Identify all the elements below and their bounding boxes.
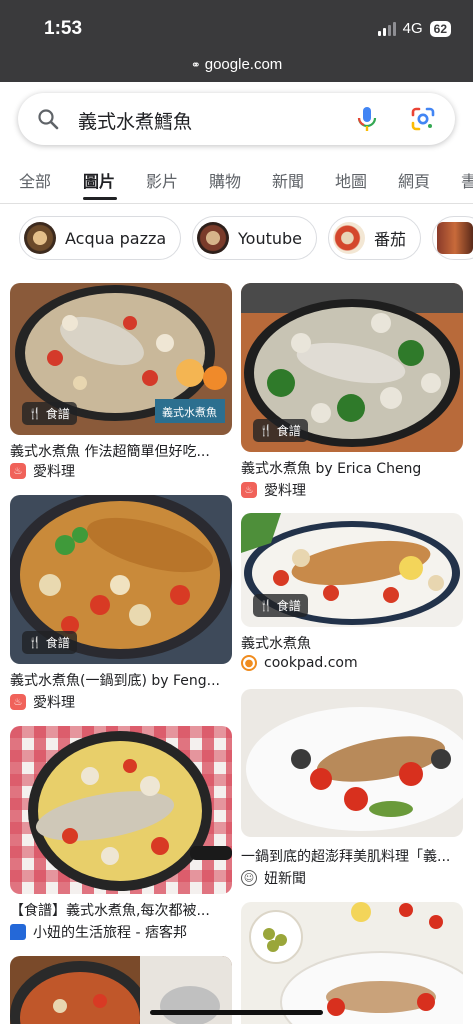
result-title-6[interactable]: 一鍋到底的超澎拜美肌料理「義... — [241, 846, 463, 866]
search-icon[interactable] — [36, 107, 60, 131]
chip-acqua-pazza[interactable]: Acqua pazza — [19, 216, 182, 260]
recipe-badge: 🍴 食譜 — [22, 631, 77, 654]
tab-videos[interactable]: 影片 — [146, 168, 178, 192]
search-input[interactable]: 義式水煮鱈魚 — [78, 107, 192, 134]
fork-knife-icon: 🍴 — [28, 636, 42, 649]
result-title-2[interactable]: 義式水煮魚 by Erica Cheng — [241, 458, 463, 478]
chip-thumbnail — [437, 222, 473, 254]
source-name: 小妞的生活旅程 - 痞客邦 — [33, 925, 187, 941]
tab-images[interactable]: 圖片 — [83, 168, 115, 192]
search-box[interactable]: 義式水煮鱈魚 — [18, 93, 455, 145]
result-photo — [241, 689, 463, 837]
result-source-5[interactable]: 小妞的生活旅程 - 痞客邦 — [10, 922, 187, 942]
tab-books[interactable]: 書 — [461, 168, 473, 192]
source-name: cookpad.com — [264, 655, 358, 671]
tab-news[interactable]: 新聞 — [272, 168, 304, 192]
result-image-1[interactable]: 義式水煮魚 🍴 食譜 — [10, 283, 232, 435]
signal-icon — [377, 21, 396, 36]
result-image-2[interactable]: 🍴 食譜 — [241, 283, 463, 452]
result-source-2[interactable]: ♨ 愛料理 — [241, 480, 306, 500]
battery-icon: 62 — [429, 20, 451, 37]
tab-all[interactable]: 全部 — [19, 168, 51, 192]
chip-more[interactable] — [432, 216, 473, 260]
search-tabs: 全部 圖片 影片 購物 新聞 地圖 網頁 書 — [0, 160, 473, 204]
chip-thumbnail — [333, 222, 365, 254]
recipe-badge: 🍴 食譜 — [253, 419, 308, 442]
chip-tomato[interactable]: 番茄 — [328, 216, 422, 260]
result-title-5[interactable]: 【食譜】義式水煮魚,每次都被... — [10, 900, 232, 920]
cookpad-favicon-icon: ● — [241, 655, 257, 671]
fork-knife-icon: 🍴 — [259, 424, 273, 437]
result-title-4[interactable]: 義式水煮魚 — [241, 633, 463, 653]
network-label: 4G — [402, 20, 423, 37]
result-image-8[interactable] — [241, 902, 463, 1024]
recipe-badge: 🍴 食譜 — [253, 594, 308, 617]
result-photo — [241, 902, 463, 1024]
source-name: 愛料理 — [264, 483, 306, 499]
result-source-6[interactable]: ☺ 妞新聞 — [241, 868, 306, 888]
badge-label: 食譜 — [276, 599, 301, 613]
result-source-3[interactable]: ♨ 愛料理 — [10, 692, 75, 712]
status-icons: 4G 62 — [377, 20, 451, 37]
tab-web[interactable]: 網頁 — [398, 168, 430, 192]
google-lens-icon[interactable] — [410, 106, 436, 132]
home-indicator[interactable] — [150, 1010, 323, 1015]
status-time: 1:53 — [44, 18, 83, 39]
chip-thumbnail — [197, 222, 229, 254]
aili-favicon-icon: ♨ — [241, 482, 257, 498]
chip-label: 番茄 — [374, 230, 407, 249]
result-source-4[interactable]: ● cookpad.com — [241, 655, 358, 671]
tab-shopping[interactable]: 購物 — [209, 168, 241, 192]
active-tab-indicator — [83, 197, 117, 200]
source-name: 愛料理 — [33, 695, 75, 711]
result-photo — [10, 726, 232, 894]
result-source-1[interactable]: ♨ 愛料理 — [10, 461, 75, 481]
tab-maps[interactable]: 地圖 — [335, 168, 367, 192]
microphone-icon[interactable] — [355, 105, 379, 133]
result-title-1[interactable]: 義式水煮魚 作法超簡單但好吃... — [10, 441, 232, 461]
recipe-badge: 🍴 食譜 — [22, 402, 77, 425]
badge-label: 食譜 — [45, 636, 70, 650]
chip-label: Youtube — [238, 228, 302, 248]
source-name: 妞新聞 — [264, 871, 306, 887]
site-settings-icon: ⚭ — [190, 58, 201, 72]
chip-label: Acqua pazza — [65, 228, 167, 248]
result-image-3[interactable]: 🍴 食譜 — [10, 495, 232, 664]
image-overlay-text: 義式水煮魚 — [162, 406, 217, 419]
result-image-4[interactable]: 🍴 食譜 — [241, 513, 463, 627]
aili-favicon-icon: ♨ — [10, 463, 26, 479]
pixnet-favicon-icon — [10, 924, 26, 940]
fork-knife-icon: 🍴 — [28, 407, 42, 420]
result-image-6[interactable] — [241, 689, 463, 837]
source-name: 愛料理 — [33, 464, 75, 480]
aili-favicon-icon: ♨ — [10, 694, 26, 710]
badge-label: 食譜 — [45, 407, 70, 421]
status-bar: 1:53 4G 62 ⚭ google.com — [0, 0, 473, 82]
chip-youtube[interactable]: Youtube — [192, 216, 317, 260]
result-title-3[interactable]: 義式水煮魚(一鍋到底) by Feng... — [10, 670, 232, 690]
niu-news-favicon-icon: ☺ — [241, 870, 257, 886]
fork-knife-icon: 🍴 — [259, 599, 273, 612]
result-image-5[interactable] — [10, 726, 232, 894]
chip-thumbnail — [24, 222, 56, 254]
url-bar[interactable]: ⚭ google.com — [0, 56, 473, 73]
badge-label: 食譜 — [276, 424, 301, 438]
url-text: google.com — [204, 56, 283, 73]
refinement-chips: Acqua pazza Youtube 番茄 — [0, 216, 473, 262]
